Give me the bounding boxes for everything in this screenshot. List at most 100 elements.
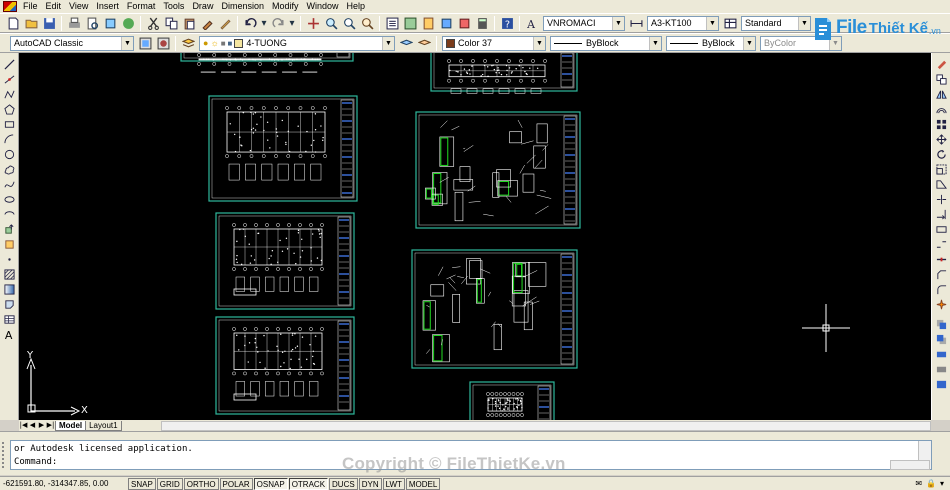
spline-icon[interactable] xyxy=(2,178,17,192)
chevron-down-icon[interactable]: ▾ xyxy=(940,479,944,488)
fillet-icon[interactable] xyxy=(934,283,949,297)
lightbulb-icon[interactable]: ● xyxy=(203,38,208,48)
grid-toggle[interactable]: GRID xyxy=(156,477,183,490)
last-tab-button[interactable]: ▶| xyxy=(46,421,55,431)
chevron-down-icon[interactable]: ▼ xyxy=(743,36,755,50)
ducs-toggle[interactable]: DUCS xyxy=(329,477,358,490)
insert-block-icon[interactable] xyxy=(2,223,17,237)
chevron-down-icon[interactable]: ▼ xyxy=(706,16,718,30)
chevron-down-icon[interactable]: ▾ xyxy=(288,15,296,31)
explode-icon[interactable] xyxy=(934,298,949,312)
osnap-toggle[interactable]: OSNAP xyxy=(253,477,288,490)
menu-insert[interactable]: Insert xyxy=(92,0,123,13)
ortho-toggle[interactable]: ORTHO xyxy=(183,477,219,490)
menu-modify[interactable]: Modify xyxy=(268,0,303,13)
menu-window[interactable]: Window xyxy=(303,0,343,13)
extend-icon[interactable] xyxy=(934,208,949,222)
polyline-icon[interactable] xyxy=(2,88,17,102)
model-toggle[interactable]: MODEL xyxy=(405,477,441,490)
cut-icon[interactable] xyxy=(145,15,161,31)
dyn-toggle[interactable]: DYN xyxy=(358,477,382,490)
copy-object-icon[interactable] xyxy=(934,73,949,87)
tab-layout1[interactable]: Layout1 xyxy=(85,420,122,431)
my-workspace-icon[interactable] xyxy=(155,35,171,51)
layer-select[interactable]: ● ☼ ■ ■ 4-TUONG ▼ xyxy=(199,35,395,51)
menu-draw[interactable]: Draw xyxy=(188,0,217,13)
color-select[interactable]: Color 37 ▼ xyxy=(442,35,546,51)
dim-style-icon[interactable] xyxy=(628,15,644,31)
tab-model[interactable]: Model xyxy=(55,420,87,431)
menu-format[interactable]: Format xyxy=(123,0,160,13)
next-tab-button[interactable]: ▶ xyxy=(37,421,46,431)
ellipse-arc-icon[interactable] xyxy=(2,208,17,222)
menu-tools[interactable]: Tools xyxy=(159,0,188,13)
coordinate-readout[interactable]: -621591.80, -314347.85, 0.00 xyxy=(3,479,128,488)
menu-view[interactable]: View xyxy=(65,0,92,13)
command-window-grip[interactable] xyxy=(2,442,7,468)
properties-icon[interactable] xyxy=(384,15,400,31)
3d-dwf-icon[interactable] xyxy=(120,15,136,31)
move-icon[interactable] xyxy=(934,133,949,147)
break-icon[interactable] xyxy=(934,238,949,252)
table-style-icon[interactable] xyxy=(722,15,738,31)
make-object-layer-current-icon[interactable] xyxy=(398,35,414,51)
model-space-canvas[interactable]: Y X xyxy=(19,53,931,420)
chevron-down-icon[interactable]: ▼ xyxy=(798,16,810,30)
chevron-down-icon[interactable]: ▼ xyxy=(533,36,545,50)
markup-icon[interactable] xyxy=(456,15,472,31)
menu-help[interactable]: Help xyxy=(343,0,370,13)
dim-style-select[interactable]: A3-KT100 ▼ xyxy=(647,15,719,31)
stretch-icon[interactable] xyxy=(934,178,949,192)
first-tab-button[interactable]: |◀ xyxy=(19,421,28,431)
text-style-icon[interactable]: A xyxy=(524,15,540,31)
chevron-down-icon[interactable]: ▼ xyxy=(382,36,394,50)
copy-icon[interactable] xyxy=(163,15,179,31)
layer-manager-icon[interactable] xyxy=(180,35,196,51)
pan-icon[interactable] xyxy=(305,15,321,31)
plot-preview-icon[interactable] xyxy=(84,15,100,31)
draworder-front-icon[interactable] xyxy=(934,318,949,332)
lock-toolbar-icon[interactable]: 🔒 xyxy=(926,479,936,488)
chevron-down-icon[interactable]: ▾ xyxy=(260,15,268,31)
match-properties-icon[interactable] xyxy=(199,15,215,31)
menu-edit[interactable]: Edit xyxy=(42,0,66,13)
make-block-icon[interactable] xyxy=(2,238,17,252)
mirror-icon[interactable] xyxy=(934,88,949,102)
autocad-app-icon[interactable] xyxy=(3,1,17,12)
tool-palettes-icon[interactable] xyxy=(420,15,436,31)
layer-previous-icon[interactable] xyxy=(416,35,432,51)
lwt-toggle[interactable]: LWT xyxy=(382,477,405,490)
table-style-select[interactable]: Standard ▼ xyxy=(741,15,811,31)
paste-icon[interactable] xyxy=(181,15,197,31)
ellipse-icon[interactable] xyxy=(2,193,17,207)
zoom-window-icon[interactable] xyxy=(341,15,357,31)
rotate-icon[interactable] xyxy=(934,148,949,162)
polar-toggle[interactable]: POLAR xyxy=(219,477,253,490)
zoom-previous-icon[interactable] xyxy=(359,15,375,31)
table-icon[interactable] xyxy=(2,313,17,327)
erase-icon[interactable] xyxy=(934,58,949,72)
join-icon[interactable] xyxy=(934,253,949,267)
text-style-select[interactable]: VNROMACI ▼ xyxy=(543,15,625,31)
chevron-down-icon[interactable]: ▼ xyxy=(649,36,661,50)
hatch-icon[interactable] xyxy=(2,268,17,282)
gradient-icon[interactable] xyxy=(2,283,17,297)
redo-icon[interactable] xyxy=(270,15,286,31)
region-icon[interactable] xyxy=(2,298,17,312)
circle-icon[interactable] xyxy=(2,148,17,162)
chevron-down-icon[interactable]: ▼ xyxy=(121,36,133,50)
offset-icon[interactable] xyxy=(934,103,949,117)
otrack-toggle[interactable]: OTRACK xyxy=(288,477,329,490)
construction-line-icon[interactable] xyxy=(2,73,17,87)
design-center-icon[interactable] xyxy=(402,15,418,31)
workspace-select[interactable]: AutoCAD Classic ▼ xyxy=(10,35,134,51)
snap-toggle[interactable]: SNAP xyxy=(128,477,156,490)
block-editor-icon[interactable] xyxy=(217,15,233,31)
draworder-back-icon[interactable] xyxy=(934,333,949,347)
plot-icon[interactable] xyxy=(66,15,82,31)
help-icon[interactable]: ? xyxy=(499,15,515,31)
menu-file[interactable]: File xyxy=(19,0,42,13)
point-icon[interactable] xyxy=(2,253,17,267)
plot-layer-icon[interactable]: ■ xyxy=(228,39,233,48)
sheet-set-icon[interactable] xyxy=(438,15,454,31)
